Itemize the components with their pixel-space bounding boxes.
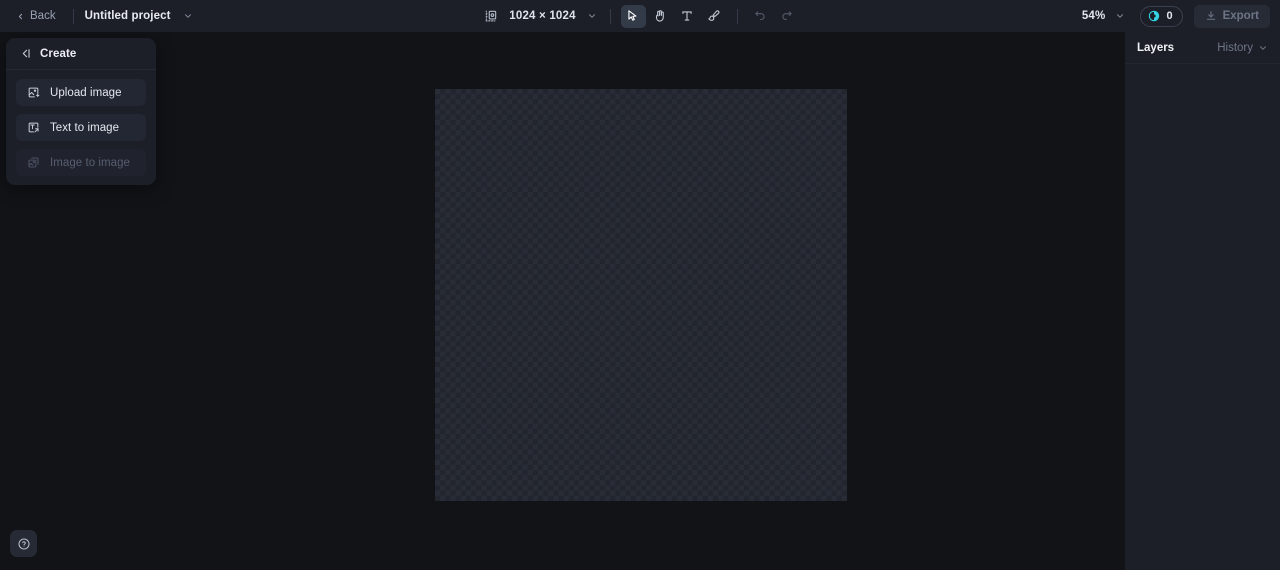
history-group <box>748 5 800 28</box>
canvas-frame-icon[interactable] <box>480 5 502 27</box>
hand-icon <box>653 9 667 23</box>
paintbrush-icon <box>707 9 721 23</box>
text-to-image-icon <box>27 121 40 134</box>
question-circle-icon <box>17 537 31 551</box>
cursor-arrow-icon <box>626 9 640 23</box>
top-toolbar: Back Untitled project 1024 × 1024 54% 0 … <box>0 0 1280 32</box>
project-menu-chevron[interactable] <box>180 8 196 24</box>
image-to-image-label: Image to image <box>50 156 130 169</box>
tool-group <box>620 4 727 28</box>
brush-tool[interactable] <box>702 5 727 28</box>
create-panel-title: Create <box>40 47 77 60</box>
undo-arrow-icon <box>753 9 767 23</box>
chevron-left-icon <box>16 12 25 21</box>
text-t-icon <box>680 9 694 23</box>
credit-coin-icon <box>1148 10 1160 22</box>
right-panel: Layers History <box>1125 32 1280 570</box>
toolbar-divider <box>72 8 74 24</box>
redo-arrow-icon <box>780 9 794 23</box>
hand-tool[interactable] <box>648 5 673 28</box>
toolbar-divider <box>736 8 738 24</box>
select-tool[interactable] <box>620 4 646 28</box>
toolbar-divider <box>609 8 611 24</box>
create-panel-header: Create <box>6 38 156 70</box>
chevron-down-icon <box>183 11 193 21</box>
chevron-down-icon <box>1258 43 1268 53</box>
artboard-canvas[interactable] <box>435 89 847 501</box>
app-root: Back Untitled project 1024 × 1024 54% 0 … <box>0 0 1280 570</box>
redo-button[interactable] <box>775 5 800 28</box>
download-icon <box>1205 10 1217 22</box>
chevron-down-icon <box>1115 11 1125 21</box>
layers-list-empty <box>1125 64 1280 570</box>
image-to-image-icon <box>27 156 40 169</box>
back-button[interactable]: Back <box>10 6 62 26</box>
tab-layers-label: Layers <box>1137 41 1175 54</box>
image-plus-icon <box>27 86 40 99</box>
project-title: Untitled project <box>84 10 171 22</box>
chevron-down-icon <box>587 11 597 21</box>
back-label: Back <box>30 10 56 22</box>
tab-layers[interactable]: Layers <box>1137 42 1174 54</box>
collapse-panel-left-icon[interactable] <box>19 47 32 60</box>
credits-count: 0 <box>1166 10 1173 22</box>
text-to-image-label: Text to image <box>50 121 120 134</box>
export-button[interactable]: Export <box>1193 4 1270 28</box>
help-button[interactable] <box>10 530 37 557</box>
credits-badge[interactable]: 0 <box>1140 5 1183 27</box>
canvas-workspace[interactable] <box>0 32 1125 570</box>
tab-history[interactable]: History <box>1217 42 1268 54</box>
text-to-image-option[interactable]: Text to image <box>16 114 146 141</box>
zoom-level-label: 54% <box>1081 10 1106 22</box>
create-options-list: Upload image Text to image Image to imag… <box>6 70 156 176</box>
upload-image-label: Upload image <box>50 86 122 99</box>
image-to-image-option[interactable]: Image to image <box>16 149 146 176</box>
canvas-size-label: 1024 × 1024 <box>509 10 576 22</box>
zoom-menu-chevron[interactable] <box>1112 8 1128 24</box>
text-tool[interactable] <box>675 5 700 28</box>
export-label: Export <box>1222 10 1259 22</box>
toolbar-left-group: Back Untitled project <box>0 0 196 32</box>
tab-history-label: History <box>1217 41 1253 54</box>
create-panel: Create Upload image Text to image Image … <box>6 38 156 185</box>
toolbar-right-group: 54% 0 Export <box>1082 0 1270 32</box>
upload-image-option[interactable]: Upload image <box>16 79 146 106</box>
canvas-size-chevron[interactable] <box>584 8 600 24</box>
undo-button[interactable] <box>748 5 773 28</box>
right-panel-tabs: Layers History <box>1125 32 1280 64</box>
